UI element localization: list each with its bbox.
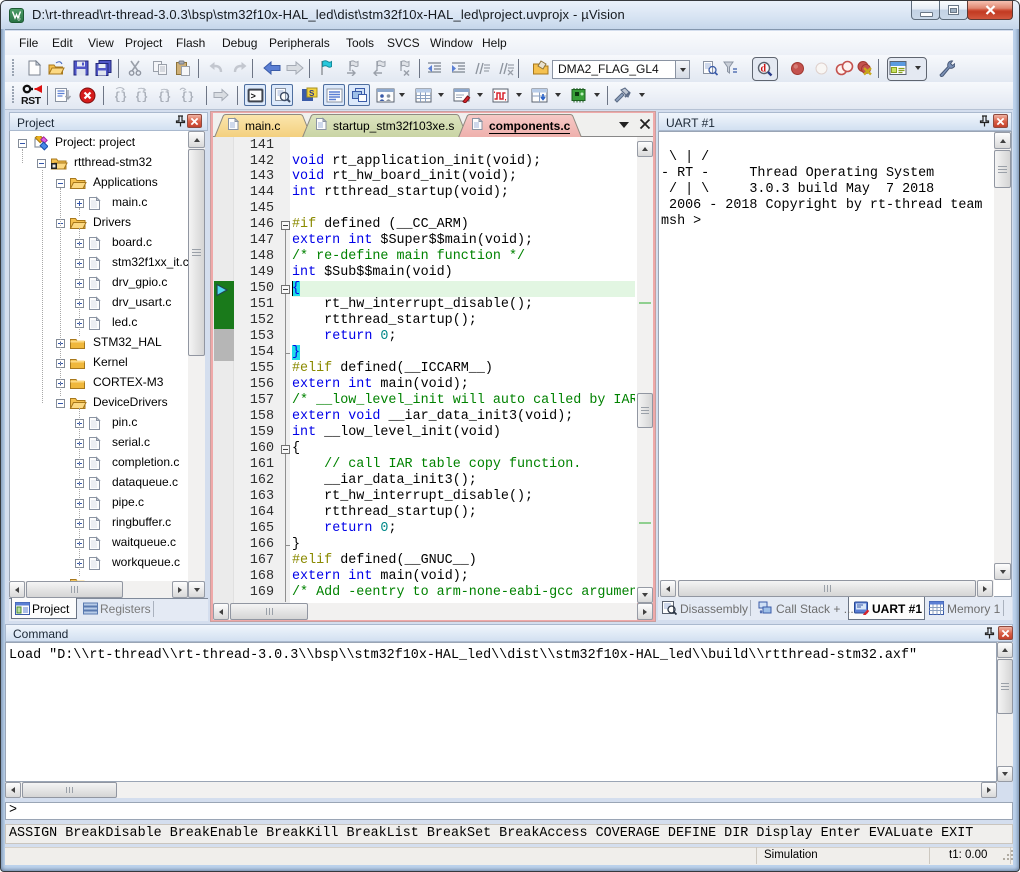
svg-text:>: > — [250, 92, 255, 102]
svg-text:{}: {} — [181, 92, 194, 104]
svg-text:RST: RST — [21, 95, 42, 106]
svg-text:5: 5 — [17, 17, 21, 23]
svg-text:{}: {} — [114, 92, 127, 104]
svg-text:{}: {} — [135, 92, 148, 104]
svg-text:d: d — [761, 64, 767, 75]
svg-text:{}: {} — [158, 92, 171, 104]
svg-text:S: S — [309, 89, 315, 98]
